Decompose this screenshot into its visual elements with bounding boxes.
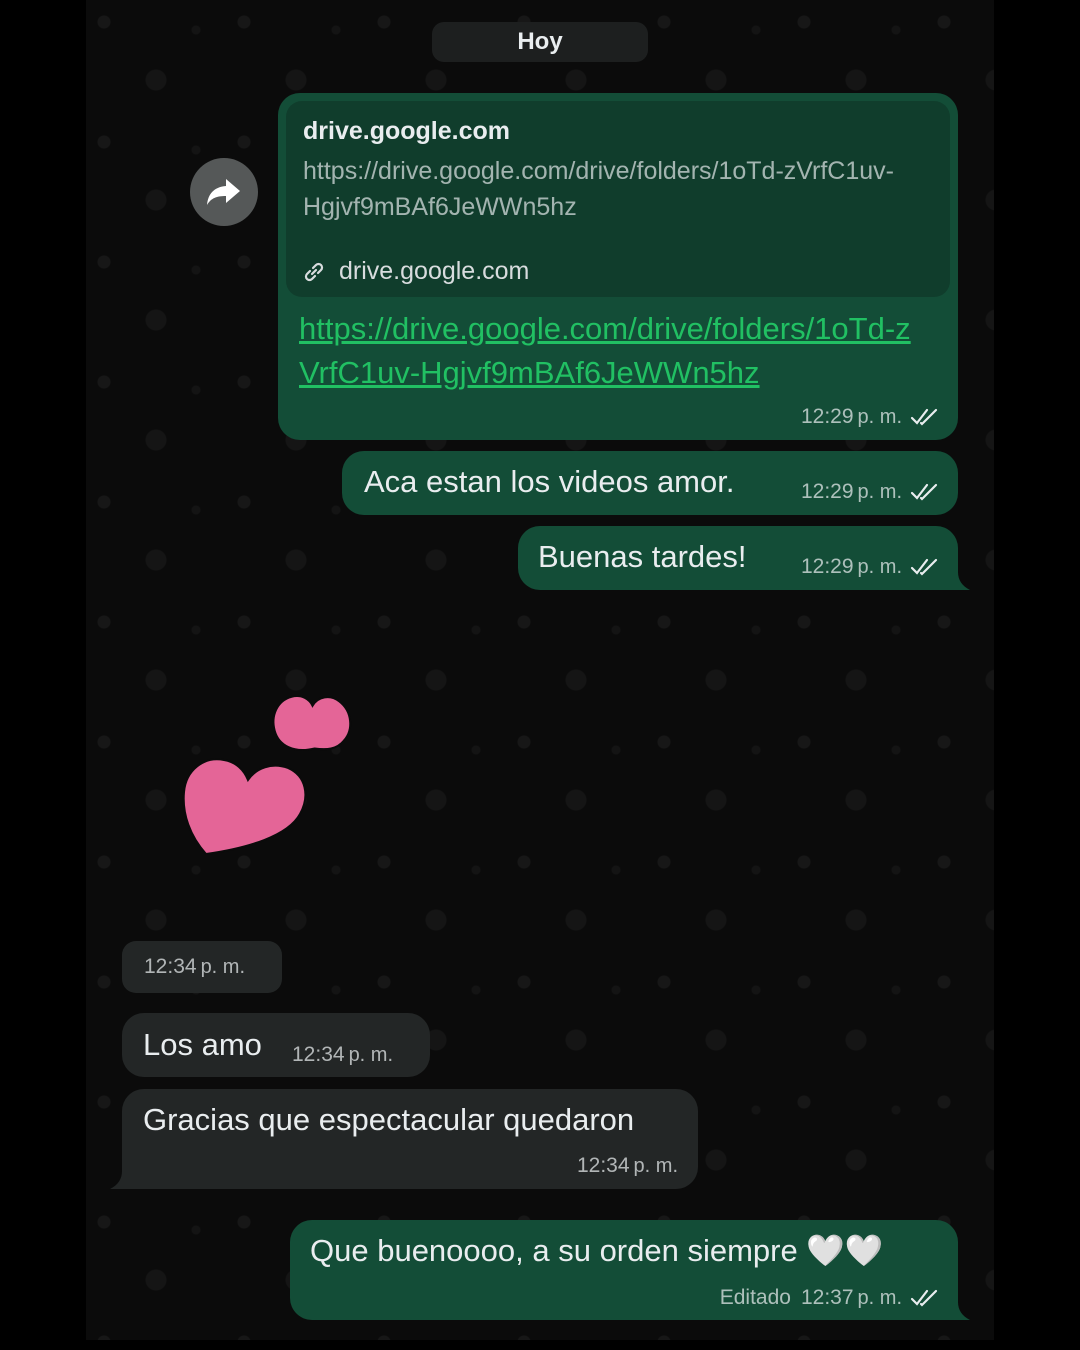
link-icon bbox=[304, 262, 324, 281]
message-text: Aca estan los videos amor. bbox=[364, 464, 735, 499]
message-text: Que buenoooo, a su orden siempre 🤍🤍 bbox=[310, 1233, 884, 1268]
date-separator: Hoy bbox=[432, 22, 648, 62]
message-gracias[interactable]: Gracias que espectacular quedaron 12:34 … bbox=[122, 1089, 698, 1189]
double-check-icon bbox=[910, 558, 938, 576]
message-meta: 12:34 p. m. bbox=[292, 1043, 393, 1067]
double-check-icon bbox=[910, 408, 938, 426]
message-meta: Editado 12:37 p. m. bbox=[720, 1286, 938, 1310]
message-meta: 12:34 p. m. bbox=[144, 955, 245, 979]
message-los-amo[interactable]: Los amo 12:34 p. m. bbox=[122, 1013, 430, 1077]
message-text: Gracias que espectacular quedaron bbox=[143, 1102, 635, 1137]
message-time: 12:34 bbox=[292, 1043, 345, 1066]
message-meta: 12:29 p. m. bbox=[801, 555, 938, 579]
message-time: 12:34 bbox=[576, 1154, 630, 1177]
message-text: Buenas tardes! bbox=[538, 539, 747, 574]
forward-arrow-icon bbox=[207, 179, 240, 205]
message-ampm: p. m. bbox=[348, 1043, 394, 1066]
sticker-time-pill: 12:34 p. m. bbox=[122, 941, 282, 993]
message-time: 12:34 bbox=[144, 955, 197, 978]
two-pink-hearts-sticker[interactable] bbox=[178, 676, 368, 860]
bubble-tail bbox=[946, 572, 970, 590]
bubble-tail bbox=[110, 1171, 134, 1189]
message-ampm: p. m. bbox=[633, 1154, 678, 1177]
message-time: 12:29 bbox=[800, 480, 854, 503]
message-time: 12:37 bbox=[800, 1286, 854, 1309]
preview-domain: drive.google.com bbox=[303, 117, 510, 145]
message-videos[interactable]: Aca estan los videos amor. 12:29 p. m. bbox=[342, 451, 958, 515]
preview-footer-domain: drive.google.com bbox=[339, 257, 530, 285]
message-ampm: p. m. bbox=[857, 1286, 902, 1309]
message-buenas-tardes[interactable]: Buenas tardes! 12:29 p. m. bbox=[518, 526, 958, 590]
message-meta: 12:34 p. m. bbox=[577, 1154, 678, 1178]
preview-url: https://drive.google.com/drive/folders/1… bbox=[303, 157, 894, 221]
message-time: 12:29 bbox=[800, 405, 854, 428]
message-link[interactable]: drive.google.com https://drive.google.co… bbox=[278, 93, 958, 440]
message-meta: 12:29 p. m. bbox=[801, 480, 938, 504]
message-ampm: p. m. bbox=[857, 555, 902, 578]
edited-label: Editado bbox=[719, 1286, 791, 1309]
forward-button[interactable] bbox=[190, 158, 258, 226]
message-time: 12:29 bbox=[800, 555, 854, 578]
message-meta: 12:29 p. m. bbox=[801, 405, 938, 429]
message-link-url[interactable]: https://drive.google.com/drive/folders/1… bbox=[299, 307, 919, 395]
message-que-buenoooo[interactable]: Que buenoooo, a su orden siempre 🤍🤍 Edit… bbox=[290, 1220, 958, 1320]
message-ampm: p. m. bbox=[857, 480, 902, 503]
date-label: Hoy bbox=[517, 28, 563, 55]
bubble-tail bbox=[946, 1302, 970, 1320]
message-ampm: p. m. bbox=[200, 955, 246, 978]
preview-footer: drive.google.com bbox=[303, 257, 529, 286]
double-check-icon bbox=[910, 483, 938, 501]
link-preview[interactable]: drive.google.com https://drive.google.co… bbox=[286, 101, 950, 297]
message-text: Los amo bbox=[143, 1027, 262, 1062]
message-ampm: p. m. bbox=[857, 405, 902, 428]
double-check-icon bbox=[910, 1289, 938, 1307]
